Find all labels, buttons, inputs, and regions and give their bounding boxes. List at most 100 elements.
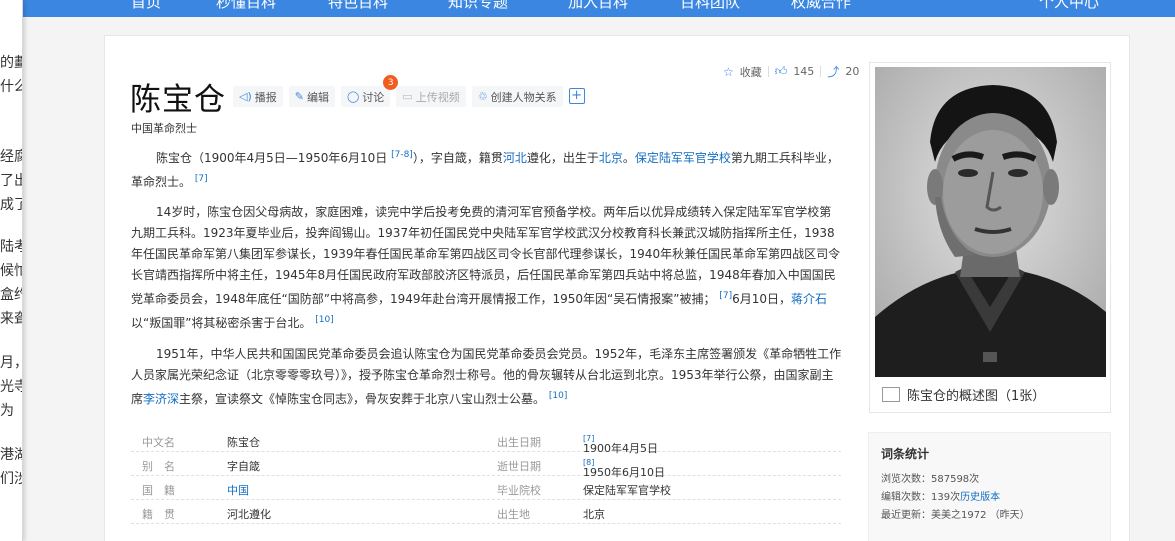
text: 。 — [622, 151, 635, 165]
nav-item-home[interactable]: 首页 — [131, 0, 161, 12]
info-key: 出生地 — [497, 508, 530, 521]
text: 遵化，出生于 — [526, 151, 599, 165]
create-relation-button[interactable]: ♲ 创建人物关系 — [471, 86, 563, 107]
link-hebei[interactable]: 河北 — [503, 151, 527, 165]
citation[interactable]: [7-8] — [391, 150, 413, 160]
discuss-button[interactable]: ◯ 讨论 3 — [340, 75, 399, 107]
history-link[interactable]: 历史版本 — [960, 492, 1000, 503]
nav-item-topics[interactable]: 知识专题 — [448, 0, 508, 12]
info-value: 保定陆军军官学校 — [583, 484, 671, 497]
people-icon: ♲ — [477, 90, 488, 103]
link-li-jishen[interactable]: 李济深 — [143, 392, 179, 406]
like-count[interactable]: 145 — [793, 65, 814, 78]
upload-video-label: 上传视频 — [415, 90, 460, 104]
nav-item-join[interactable]: 加入百科 — [568, 0, 628, 12]
divider — [767, 66, 769, 77]
info-key: 中文名 — [142, 436, 175, 449]
edits-label: 编辑次数： — [881, 492, 931, 503]
strip-text: 来聋 — [0, 311, 22, 327]
portrait-photo[interactable] — [875, 67, 1106, 377]
edits-row: 编辑次数：139次历史版本 — [881, 489, 1098, 507]
report-label: 播报 — [254, 90, 277, 104]
add-button[interactable]: + — [568, 88, 585, 104]
info-row: 中文名 陈宝仓 出生日期 1900年4月5日 [7] — [131, 428, 841, 455]
background-window-strip: 的劃 什么 经腐 了出 成了 陆考 候忙 盒约 来聋 月， 光寺 为 港湖 们涉 — [0, 0, 23, 541]
info-key: 逝世日期 — [497, 460, 541, 473]
summary-paragraph-2: 14岁时，陈宝仓因父母病故，家庭困难，读完中学后投考免费的清河军官预备学校。两年… — [131, 202, 843, 334]
entry-subtitle: 中国革命烈士 — [131, 122, 197, 135]
summary-paragraph-3: 1951年，中华人民共和国国民党革命委员会追认陈宝仓为国民党革命委员会党员。19… — [131, 344, 843, 410]
text: ），字自箴，籍贯 — [412, 151, 503, 165]
info-key: 毕业院校 — [497, 484, 541, 497]
video-icon: ▭ — [402, 90, 413, 103]
nav-item-user-center[interactable]: 个人中心 — [1039, 0, 1099, 12]
citation[interactable]: [10] — [549, 391, 567, 401]
nav-item-partners[interactable]: 权威合作 — [791, 0, 851, 12]
text: 14岁时，陈宝仓因父母病故，家庭困难，读完中学后投考免费的清河军官预备学校。两年… — [131, 205, 841, 306]
strip-text: 了出 — [0, 173, 22, 189]
strip-text: 成了 — [0, 197, 22, 213]
image-caption[interactable]: 陈宝仓的概述图（1张） — [882, 385, 1045, 404]
info-value: 北京 — [583, 508, 605, 521]
image-caption-text: 陈宝仓的概述图（1张） — [907, 389, 1046, 404]
strip-text: 月， — [0, 355, 22, 371]
discuss-label: 讨论 — [362, 90, 385, 104]
report-button[interactable]: ◁) 播报 — [233, 86, 283, 107]
info-value: 字自箴 — [227, 460, 260, 473]
summary-image-card[interactable]: 陈宝仓的概述图（1张） — [869, 62, 1111, 413]
image-icon — [882, 387, 900, 402]
citation[interactable]: [7] — [719, 291, 732, 301]
link-beijing[interactable]: 北京 — [599, 151, 623, 165]
info-key: 国 籍 — [142, 484, 175, 497]
text: 6月10日， — [732, 292, 791, 306]
speaker-icon: ◁) — [239, 90, 252, 103]
citation[interactable]: [10] — [315, 315, 333, 325]
divider — [820, 66, 822, 77]
summary-paragraph-1: 陈宝仓（1900年4月5日—1950年6月10日 [7-8]），字自箴，籍贯河北… — [131, 145, 843, 193]
favorite-label[interactable]: 收藏 — [740, 64, 762, 80]
info-value-link[interactable]: 中国 — [227, 482, 249, 498]
thumbs-up-icon[interactable]: 👍︎ — [775, 64, 788, 79]
views-label: 浏览次数： — [881, 474, 931, 485]
nav-item-team[interactable]: 百科团队 — [680, 0, 740, 12]
text: 主祭，宣读祭文《悼陈宝仓同志》，骨灰安葬于北京八宝山烈士公墓。 — [179, 392, 546, 406]
views-count: 587598次 — [931, 474, 980, 485]
chat-bubble-icon: ◯ — [346, 90, 360, 103]
info-row: 国 籍 中国 毕业院校 保定陆军军官学校 — [131, 476, 841, 500]
strip-text: 为 — [0, 403, 14, 419]
info-value: 1900年4月5日 [7] — [583, 434, 658, 455]
citation[interactable]: [7] — [195, 174, 208, 184]
info-row: 别 名 字自箴 逝世日期 1950年6月10日 [8] — [131, 452, 841, 479]
updated-value: 美美之1972 （昨天） — [931, 510, 1030, 521]
upload-video-button[interactable]: ▭ 上传视频 — [396, 86, 466, 107]
edit-button[interactable]: ✎ 编辑 — [288, 86, 335, 107]
statistics-title: 词条统计 — [881, 447, 930, 461]
entry-actions: ☆ 收藏 👍︎ 145 ⤴ 20 — [723, 63, 859, 80]
entry-toolbar: ◁) 播报 ✎ 编辑 ◯ 讨论 3 ▭ 上传视频 ♲ 创建人物关系 + — [233, 75, 585, 107]
entry-statistics: 词条统计 浏览次数：587598次 编辑次数：139次历史版本 最近更新：美美之… — [868, 432, 1111, 541]
info-key: 别 名 — [142, 460, 175, 473]
share-icon[interactable]: ⤴ — [827, 63, 839, 80]
nav-item-special[interactable]: 特色百科 — [328, 0, 388, 12]
strip-text: 港湖 — [0, 447, 22, 463]
info-row: 籍 贯 河北遵化 出生地 北京 — [131, 500, 841, 524]
text: 以“叛国罪”将其秘密杀害于台北。 — [131, 316, 312, 330]
share-count[interactable]: 20 — [845, 65, 859, 78]
strip-text: 们涉 — [0, 471, 22, 487]
strip-text: 陆考 — [0, 239, 22, 255]
strip-text: 光寺 — [0, 379, 22, 395]
info-key: 出生日期 — [497, 436, 541, 449]
info-value: 陈宝仓 — [227, 436, 260, 449]
text: 陈宝仓（1900年4月5日—1950年6月10日 — [156, 151, 392, 165]
edits-count: 139次 — [931, 492, 961, 503]
link-chiang-kai-shek[interactable]: 蒋介石 — [791, 292, 827, 306]
updated-label: 最近更新： — [881, 510, 931, 521]
link-baoding-academy[interactable]: 保定陆军军官学校 — [635, 151, 731, 165]
strip-text: 经腐 — [0, 149, 22, 165]
star-icon[interactable]: ☆ — [723, 65, 734, 79]
strip-text: 候忙 — [0, 263, 22, 279]
strip-text: 什么 — [0, 79, 22, 95]
info-key: 籍 贯 — [142, 508, 175, 521]
nav-item-miaodong[interactable]: 秒懂百科 — [216, 0, 276, 12]
strip-text: 的劃 — [0, 55, 22, 71]
